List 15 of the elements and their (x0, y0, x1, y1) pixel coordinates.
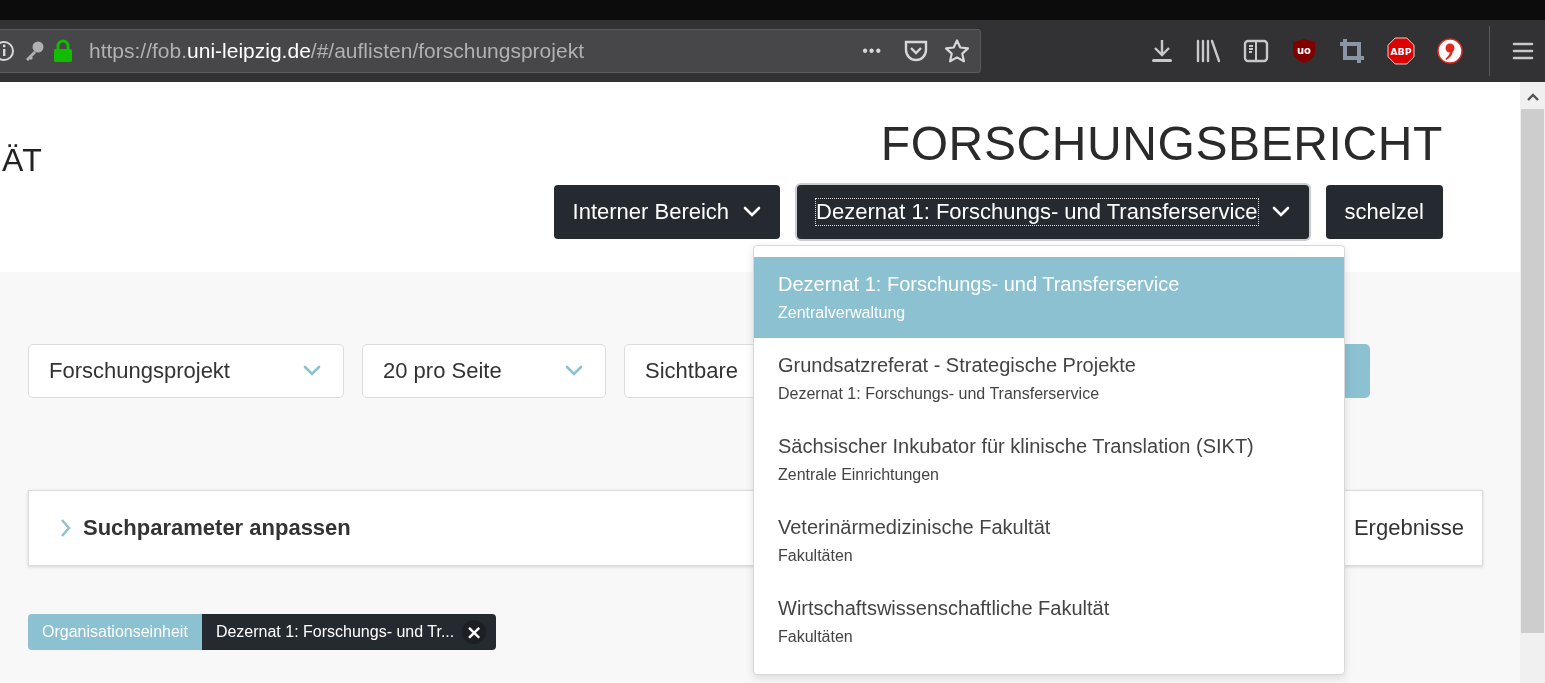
item-title: Wirtschaftswissenschaftliche Fakultät (778, 596, 1111, 621)
panel-title: Suchparameter anpassen (83, 515, 351, 541)
item-title: Sächsischer Inkubator für klinische Translation (SIKT) (778, 434, 1255, 459)
item-subtitle: Dezernat 1: Forschungs- und Transferservice (778, 384, 1101, 404)
item-title: Dezernat 1: Forschungs- und Transferservice (778, 272, 1181, 297)
item-subtitle: Fakultäten (778, 546, 854, 566)
item-subtitle: Zentrale Einrichtungen (778, 465, 940, 485)
page-title: FORSCHUNGSBERICHT (880, 116, 1443, 172)
item-title: Grundsatzreferat - Strategische Projekte (778, 353, 1137, 378)
filter-tag-label: Organisationseinheit (28, 614, 202, 650)
item-title: Veterinärmedizinische Fakultät (778, 515, 1052, 540)
item-subtitle: Fakultäten (778, 627, 854, 647)
item-subtitle: Zentralverwaltung (778, 303, 907, 323)
filter-tag-value: Dezernat 1: Forschungs- und Tr... (215, 623, 455, 641)
results-label: Ergebnisse (1353, 515, 1464, 541)
